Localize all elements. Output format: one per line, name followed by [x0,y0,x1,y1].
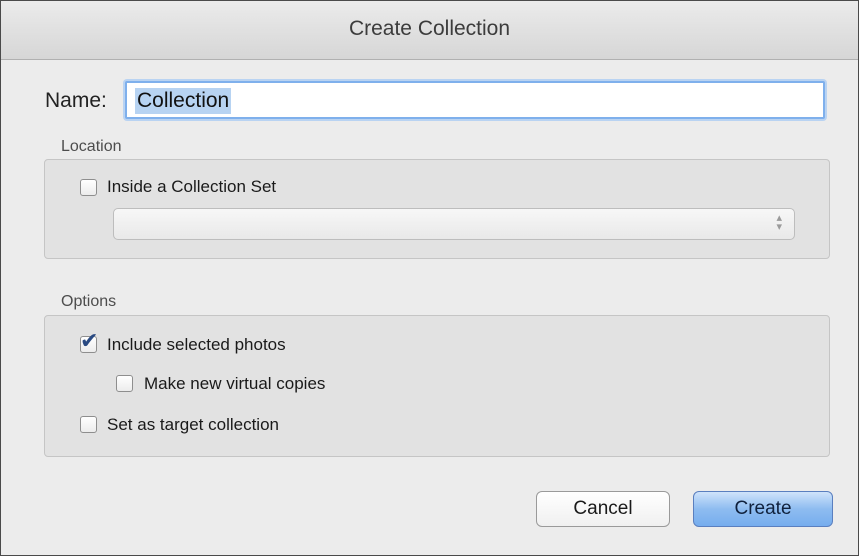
inside-collection-set-checkbox[interactable] [80,179,97,196]
make-virtual-copies-label[interactable]: Make new virtual copies [144,374,325,394]
checkmark-icon: ✔ [80,328,99,353]
options-section-label: Options [61,293,117,310]
name-input[interactable]: Collection [125,81,825,119]
location-section-label: Location [61,138,122,155]
create-button[interactable]: Create [693,491,833,527]
up-down-arrows-icon: ▴ ▾ [776,212,782,233]
name-input-value: Collection [135,88,232,114]
include-selected-photos-checkbox[interactable]: ✔ [80,330,98,353]
set-target-collection-label[interactable]: Set as target collection [107,415,279,435]
dialog-title: Create Collection [348,17,511,40]
include-selected-photos-label[interactable]: Include selected photos [107,335,286,355]
name-label: Name: [45,89,107,112]
cancel-button[interactable]: Cancel [536,491,670,527]
collection-set-popup[interactable]: ▴ ▾ [113,208,795,240]
create-collection-dialog: Create Collection Name: Collection Locat… [0,0,859,556]
inside-collection-set-label[interactable]: Inside a Collection Set [107,177,276,197]
title-bar: Create Collection [1,1,858,60]
set-target-collection-checkbox[interactable] [80,416,97,433]
make-virtual-copies-checkbox[interactable] [116,375,133,392]
